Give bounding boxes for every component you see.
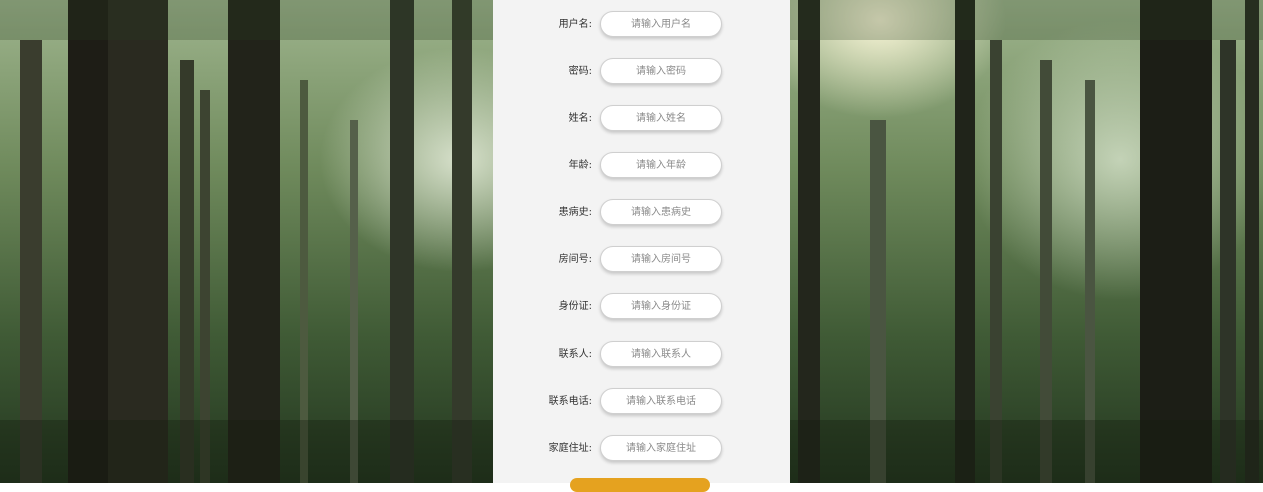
room-number-input[interactable] (600, 246, 722, 272)
age-input[interactable] (600, 152, 722, 178)
form-row-id-card: 身份证: (493, 293, 790, 321)
contact-person-label: 联系人: (558, 349, 592, 360)
form-row-home-address: 家庭住址: (493, 435, 790, 463)
contact-person-input[interactable] (600, 341, 722, 367)
contact-phone-label: 联系电话: (548, 396, 592, 407)
contact-phone-input[interactable] (600, 388, 722, 414)
medical-history-input[interactable] (600, 199, 722, 225)
id-card-label: 身份证: (558, 301, 592, 312)
submit-button[interactable] (570, 478, 710, 492)
form-row-age: 年龄: (493, 152, 790, 180)
password-label: 密码: (568, 66, 592, 77)
form-row-name: 姓名: (493, 105, 790, 133)
name-input[interactable] (600, 105, 722, 131)
registration-form-panel: 用户名: 密码: 姓名: 年龄: 患病史: 房间号: 身份证: 联系人: 联系电… (493, 0, 790, 492)
home-address-label: 家庭住址: (548, 443, 592, 454)
home-address-input[interactable] (600, 435, 722, 461)
name-label: 姓名: (568, 113, 592, 124)
form-row-medical-history: 患病史: (493, 199, 790, 227)
age-label: 年龄: (568, 160, 592, 171)
password-input[interactable] (600, 58, 722, 84)
id-card-input[interactable] (600, 293, 722, 319)
room-number-label: 房间号: (558, 254, 592, 265)
medical-history-label: 患病史: (558, 207, 592, 218)
username-input[interactable] (600, 11, 722, 37)
form-row-contact-phone: 联系电话: (493, 388, 790, 416)
form-row-username: 用户名: (493, 11, 790, 39)
username-label: 用户名: (558, 19, 592, 30)
form-row-password: 密码: (493, 58, 790, 86)
form-row-contact-person: 联系人: (493, 341, 790, 369)
form-row-room-number: 房间号: (493, 246, 790, 274)
